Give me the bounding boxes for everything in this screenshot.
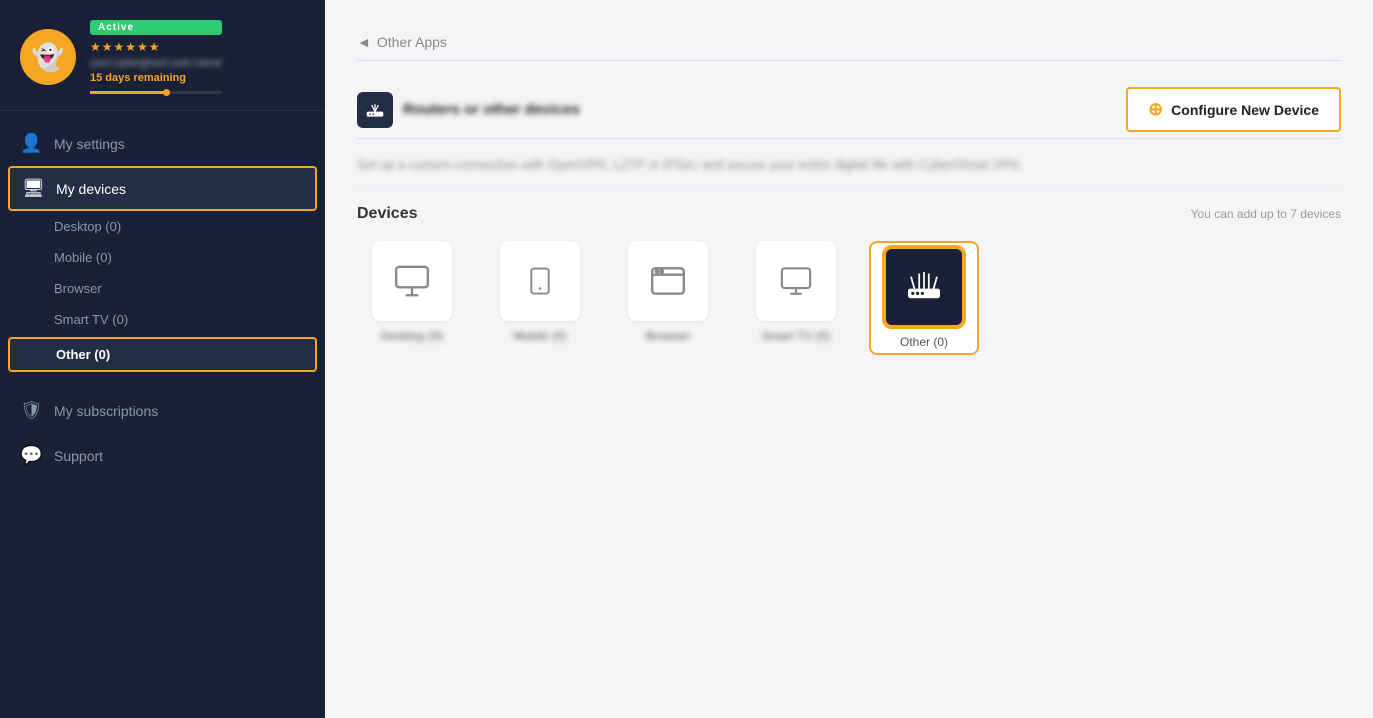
other-apps-arrow-icon: ◄ [357,34,371,50]
mobile-device-icon [500,241,580,321]
app-logo: 👻 [20,29,76,85]
desktop-icon [393,262,431,300]
device-card-other[interactable]: Other (0) [869,241,979,355]
trial-progress-fill [90,91,169,94]
configure-new-device-button[interactable]: ⊕ Configure New Device [1126,87,1341,132]
mobile-label: Mobile (0) [513,329,566,343]
sidebar-item-devices[interactable]: 🖥 My devices [8,166,317,211]
section-title: Routers or other devices [403,101,580,118]
sidebar-sub-other[interactable]: Other (0) [8,337,317,372]
section-icon-box [357,92,393,128]
smarttv-sub-label: Smart TV (0) [54,312,128,327]
mobile-sub-label: Mobile (0) [54,250,112,265]
smarttv-device-icon [756,241,836,321]
sidebar-item-settings[interactable]: 👤 My settings [0,121,325,166]
support-label: Support [54,448,103,464]
main-content: ◄ Other Apps Routers or other device [325,0,1373,718]
browser-icon [649,262,687,300]
stars-rating: ★★★★★★ [90,40,222,54]
subscriptions-label: My subscriptions [54,403,158,419]
sidebar-header: 👻 Active ★★★★★★ your.cyberghost.user.nam… [0,0,325,111]
devices-section-header: Devices You can add up to 7 devices [357,205,1341,223]
routers-section-header: Routers or other devices ⊕ Configure New… [357,77,1341,139]
settings-label: My settings [54,136,125,152]
browser-label: Browser [646,329,690,343]
sidebar: 👻 Active ★★★★★★ your.cyberghost.user.nam… [0,0,325,718]
support-icon: 💬 [20,445,42,466]
devices-icon: 🖥 [22,178,44,199]
logo-icon: 👻 [32,42,64,73]
user-info: Active ★★★★★★ your.cyberghost.user.name … [90,20,222,94]
subscriptions-icon: 🛡 [20,400,42,421]
other-sub-label: Other (0) [56,347,110,362]
devices-grid: Desktop (0) Mobile (0) [357,241,1341,355]
sidebar-sub-smarttv[interactable]: Smart TV (0) [0,304,325,335]
sidebar-item-support[interactable]: 💬 Support [0,433,325,478]
status-badge: Active [90,20,222,35]
other-apps-label: ◄ Other Apps [357,34,447,50]
section-description: Set up a custom connection with OpenVPN,… [357,149,1341,189]
settings-icon: 👤 [20,133,42,154]
device-card-desktop[interactable]: Desktop (0) [357,241,467,343]
sidebar-sub-desktop[interactable]: Desktop (0) [0,211,325,242]
trial-progress-bar [90,91,222,94]
desktop-label: Desktop (0) [381,329,443,343]
router-device-icon [900,263,948,311]
configure-btn-label: Configure New Device [1171,102,1319,118]
sidebar-nav: 👤 My settings 🖥 My devices Desktop (0) M… [0,111,325,718]
smarttv-icon [777,264,815,298]
device-card-mobile[interactable]: Mobile (0) [485,241,595,343]
other-apps-text[interactable]: Other Apps [377,34,447,50]
configure-plus-icon: ⊕ [1148,99,1163,120]
desktop-device-icon [372,241,452,321]
browser-device-icon [628,241,708,321]
section-title-group: Routers or other devices [357,92,580,128]
browser-sub-label: Browser [54,281,102,296]
mobile-icon [525,262,555,300]
sidebar-sub-mobile[interactable]: Mobile (0) [0,242,325,273]
sidebar-sub-browser[interactable]: Browser [0,273,325,304]
device-card-smarttv[interactable]: Smart TV (0) [741,241,851,343]
router-icon [365,100,385,120]
device-card-browser[interactable]: Browser [613,241,723,343]
other-apps-bar: ◄ Other Apps [357,24,1341,61]
other-label: Other (0) [900,335,948,349]
smarttv-label: Smart TV (0) [762,329,830,343]
devices-limit: You can add up to 7 devices [1191,207,1341,221]
devices-title: Devices [357,205,418,223]
sidebar-item-subscriptions[interactable]: 🛡 My subscriptions [0,388,325,433]
trial-text: 15 days remaining [90,72,222,84]
devices-label: My devices [56,181,126,197]
other-device-icon [884,247,964,327]
username: your.cyberghost.user.name [90,57,222,69]
desktop-sub-label: Desktop (0) [54,219,121,234]
